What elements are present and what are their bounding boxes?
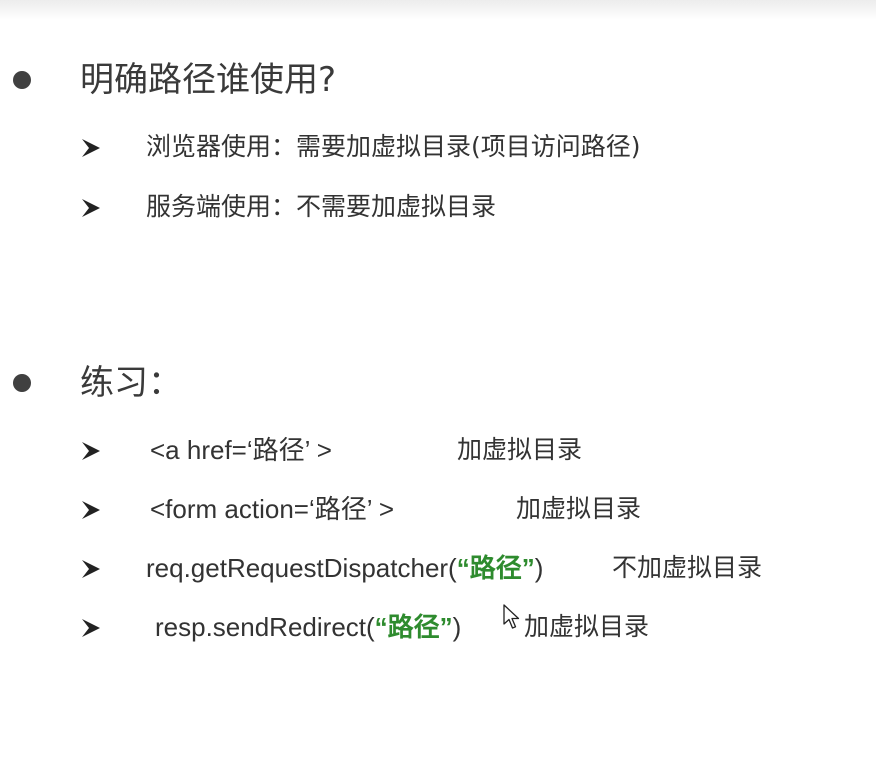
arrowhead-bullet-icon [80, 440, 102, 462]
bullet-dot-icon [13, 71, 31, 89]
note-text: 不加虚拟目录 [612, 553, 763, 582]
code-prefix: resp.sendRedirect( [155, 612, 375, 642]
section-title-text: 明确路径谁使用? [80, 60, 337, 100]
path-text: 路径 [252, 435, 305, 465]
quote-close: ” [439, 612, 453, 642]
code-suffix: ) [534, 553, 544, 583]
note-text: 加虚拟目录 [524, 612, 650, 641]
path-text: 路径 [314, 494, 367, 524]
list-item-server-usage: 服务端使用：不需要加虚拟目录 [0, 187, 876, 227]
code-snippet: <a href=‘路径’ > [150, 430, 332, 470]
arrowhead-bullet-icon [80, 137, 102, 159]
code-suffix: > [372, 494, 395, 524]
arrowhead-bullet-icon [80, 617, 102, 639]
list-item-text: 浏览器使用：需要加虚拟目录(项目访问路径) [146, 132, 641, 161]
path-text: 路径 [469, 553, 522, 583]
code-snippet: resp.sendRedirect(“路径”) [155, 607, 461, 647]
code-snippet: req.getRequestDispatcher(“路径”) [146, 548, 543, 588]
note-text: 加虚拟目录 [516, 494, 642, 523]
section-title-exercise: 练习： [0, 358, 876, 408]
slide: 明确路径谁使用? 浏览器使用：需要加虚拟目录(项目访问路径) 服务端使用：不需要… [0, 0, 876, 773]
list-item-text: 服务端使用：不需要加虚拟目录 [146, 192, 497, 221]
quote-close: ” [521, 553, 535, 583]
list-item-form-action: <form action=‘路径’ > 加虚拟目录 [0, 489, 876, 529]
list-item-request-dispatcher: req.getRequestDispatcher(“路径”) 不加虚拟目录 [0, 548, 876, 588]
mouse-pointer-icon [503, 604, 521, 630]
note-text: 加虚拟目录 [457, 435, 583, 464]
path-text: 路径 [387, 612, 440, 642]
arrowhead-bullet-icon [80, 558, 102, 580]
arrowhead-bullet-icon [80, 197, 102, 219]
code-suffix: ) [452, 612, 462, 642]
code-prefix: <form action= [150, 494, 309, 524]
list-item-a-href: <a href=‘路径’ > 加虚拟目录 [0, 430, 876, 470]
quote-open: “ [374, 612, 388, 642]
code-prefix: <a href= [150, 435, 247, 465]
section-title-path-usage: 明确路径谁使用? [0, 55, 876, 105]
bullet-dot-icon [13, 374, 31, 392]
quote-open: “ [456, 553, 470, 583]
code-suffix: > [309, 435, 332, 465]
section-title-text: 练习： [80, 363, 182, 403]
list-item-send-redirect: resp.sendRedirect(“路径”) 加虚拟目录 [0, 607, 876, 647]
arrowhead-bullet-icon [80, 499, 102, 521]
list-item-browser-usage: 浏览器使用：需要加虚拟目录(项目访问路径) [0, 127, 876, 167]
code-prefix: req.getRequestDispatcher( [146, 553, 457, 583]
code-snippet: <form action=‘路径’ > [150, 489, 394, 529]
